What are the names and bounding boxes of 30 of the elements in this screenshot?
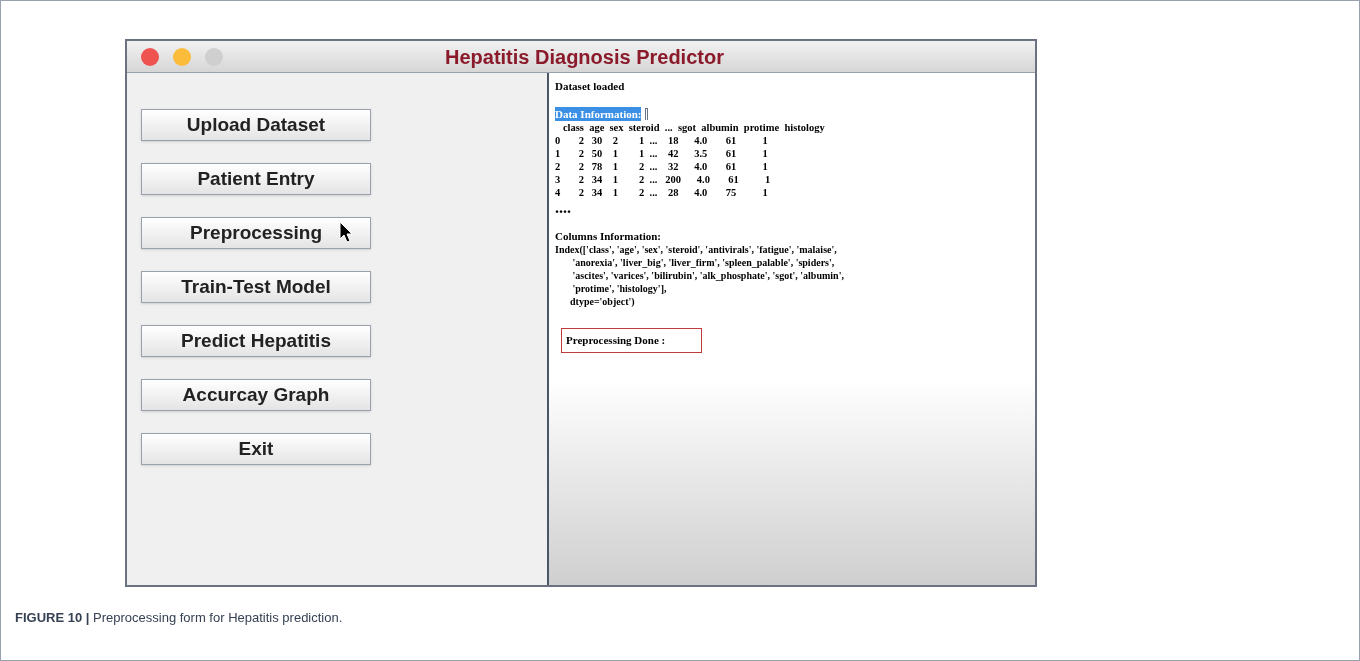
app-button[interactable]: Accurcay Graph bbox=[141, 379, 371, 411]
result-label: Preprocessing Done : bbox=[561, 328, 703, 353]
status-text: Dataset loaded bbox=[555, 79, 626, 93]
section-heading: Data Information: bbox=[555, 107, 642, 121]
code-line: 'ascites', 'varices', 'bilirubin', 'alk_phosphate', 'sgot', 'albumin', bbox=[571, 269, 845, 282]
app-button[interactable]: Exit bbox=[141, 433, 371, 465]
minimize-icon[interactable] bbox=[173, 47, 191, 66]
code-line: 'protime', 'histology'], bbox=[571, 282, 668, 295]
app-button[interactable]: Preprocessing bbox=[141, 217, 371, 249]
table-row-text: 3 2 34 1 2 ... 200 4.0 61 1 bbox=[555, 173, 772, 186]
table-row-text: 2 2 78 1 2 ... 32 4.0 61 1 bbox=[555, 160, 769, 173]
window-title: Hepatitis Diagnosis Predictor bbox=[445, 44, 724, 70]
mouse-pointer-icon bbox=[339, 221, 353, 243]
code-line: 'anorexia', 'liver_big', 'liver_firm', 'spleen_palable', 'spiders', bbox=[571, 256, 836, 269]
zoom-icon[interactable] bbox=[205, 47, 223, 66]
code-line: Index(['class', 'age', 'sex', 'steroid', 'antivirals', 'fatigue', 'malaise', bbox=[555, 243, 838, 256]
app-button[interactable]: Predict Hepatitis bbox=[141, 325, 371, 357]
section-heading: Columns Information: bbox=[555, 229, 663, 243]
close-icon[interactable] bbox=[141, 47, 159, 66]
app-button[interactable]: Upload Dataset bbox=[141, 109, 371, 141]
app-button[interactable]: Train-Test Model bbox=[141, 271, 371, 303]
figure-caption: FIGURE 10 | Preprocessing form for Hepatitis prediction. bbox=[15, 609, 343, 627]
code-line: dtype='object') bbox=[569, 295, 636, 308]
text-cursor-icon bbox=[645, 108, 649, 120]
table-row-text: 1 2 50 1 1 ... 42 3.5 61 1 bbox=[555, 147, 769, 160]
table-row-text: 4 2 34 1 2 ... 28 4.0 75 1 bbox=[555, 186, 769, 199]
table-row-text: 0 2 30 2 1 ... 18 4.0 61 1 bbox=[555, 134, 769, 147]
table-row-text: class age sex steroid ... sgot albumin protime histology bbox=[561, 121, 826, 134]
app-button[interactable]: Patient Entry bbox=[141, 163, 371, 195]
ellipsis-text: .... bbox=[555, 201, 572, 215]
